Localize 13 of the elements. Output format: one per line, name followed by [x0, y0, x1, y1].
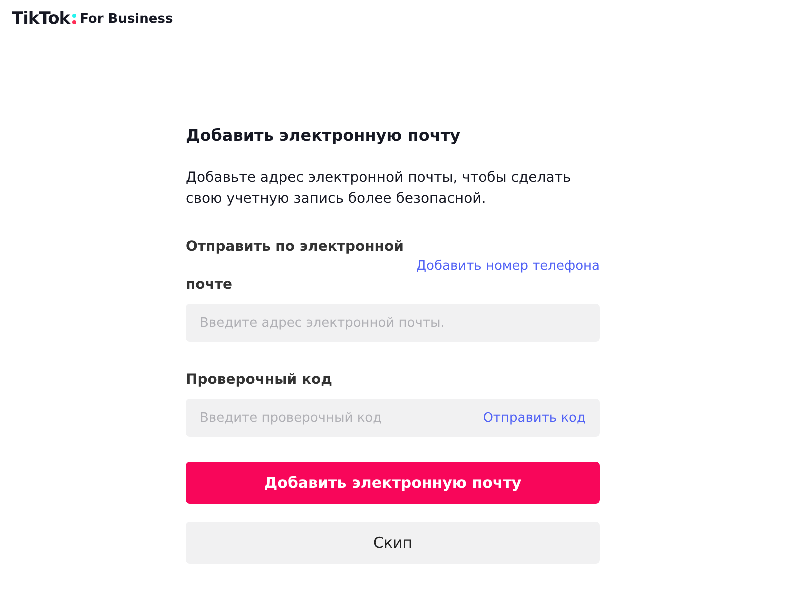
email-field[interactable]: Введите адрес электронной почты.	[186, 304, 600, 342]
add-phone-link[interactable]: Добавить номер телефона	[416, 258, 600, 274]
add-email-button[interactable]: Добавить электронную почту	[186, 462, 600, 504]
form-description: Добавьте адрес электронной почты, чтобы сделать свою учетную запись более безопасной.	[186, 169, 572, 209]
logo-wordmark: TikTok	[12, 9, 70, 29]
send-code-link[interactable]: Отправить код	[483, 410, 586, 426]
form-title: Добавить электронную почту	[186, 125, 462, 147]
skip-button[interactable]: Скип	[186, 522, 600, 564]
colon-icon	[72, 13, 78, 25]
logo-subtitle: For Business	[80, 12, 174, 26]
code-field[interactable]: Введите проверочный код Отправить код	[186, 399, 600, 437]
email-label: Отправить по электронной почте	[186, 238, 405, 295]
code-label: Проверочный код	[186, 371, 334, 390]
